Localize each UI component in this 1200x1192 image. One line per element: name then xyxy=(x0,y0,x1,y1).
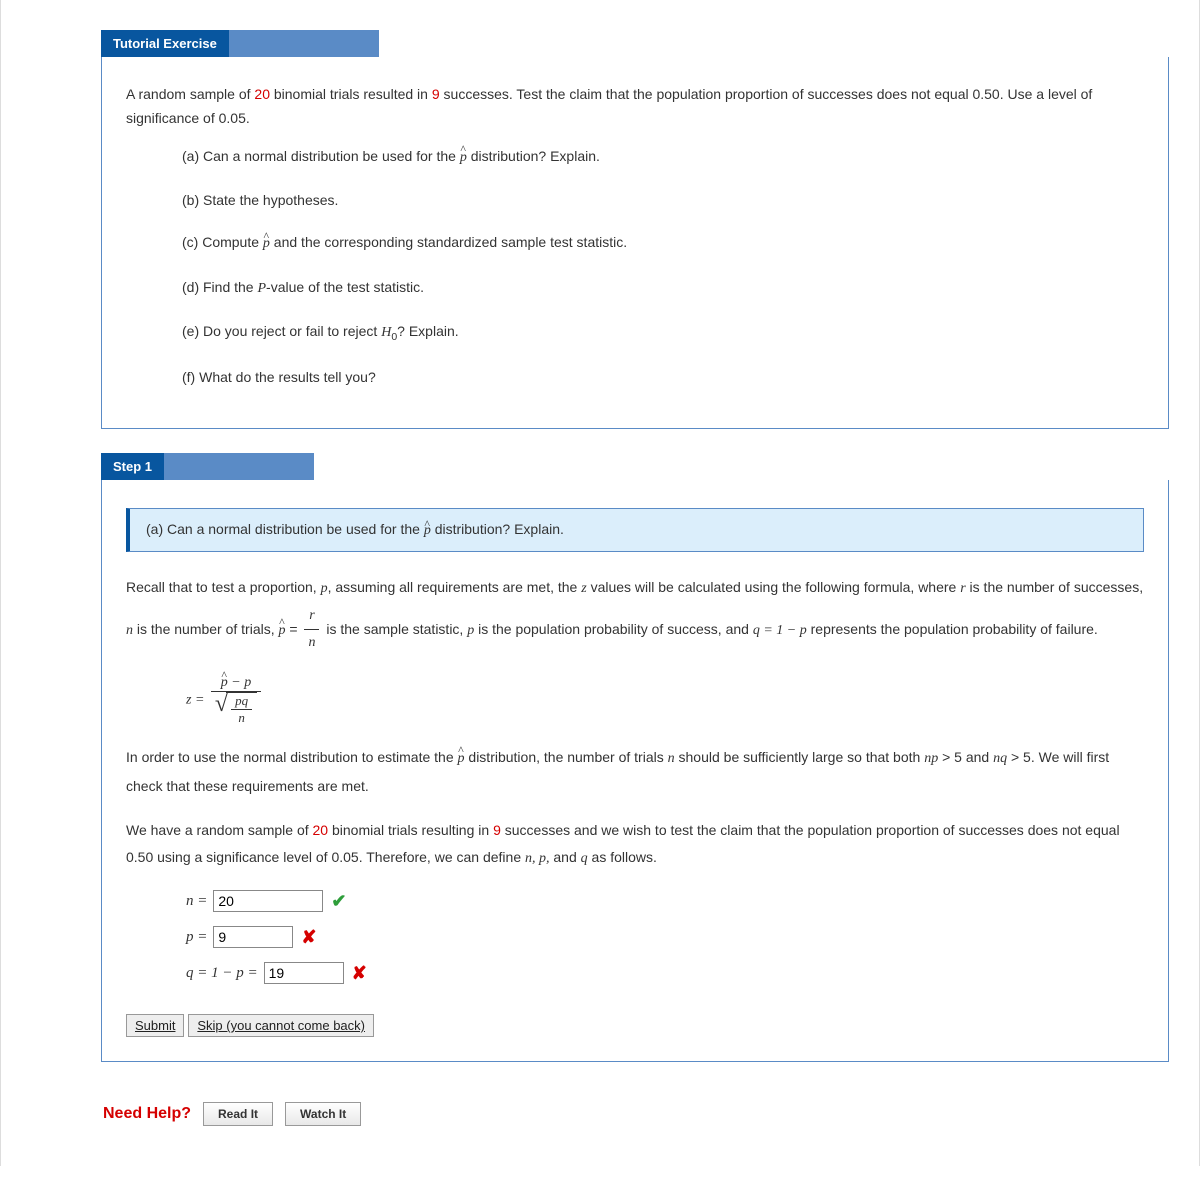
tutorial-body: A random sample of 20 binomial trials re… xyxy=(101,57,1169,429)
part-b: (b) State the hypotheses. xyxy=(182,189,1144,211)
input-row-p: p = ✘ xyxy=(186,926,1144,948)
label-q: q = 1 − p = xyxy=(186,965,258,982)
watch-it-button[interactable]: Watch It xyxy=(285,1102,361,1126)
tutorial-prompt: A random sample of 20 binomial trials re… xyxy=(126,83,1144,131)
step-buttons: Submit Skip (you cannot come back) xyxy=(126,1014,1144,1037)
step-para-1: Recall that to test a proportion, p, ass… xyxy=(126,574,1144,657)
part-e: (e) Do you reject or fail to reject H0? … xyxy=(182,320,1144,346)
input-q[interactable] xyxy=(264,962,344,984)
label-n: n = xyxy=(186,893,207,910)
step-para-2: In order to use the normal distribution … xyxy=(126,744,1144,799)
part-f: (f) What do the results tell you? xyxy=(182,366,1144,388)
step-chip: Step 1 xyxy=(101,453,164,480)
phat-symbol: p xyxy=(424,523,431,539)
input-n[interactable] xyxy=(213,890,323,912)
phat-symbol: p xyxy=(460,147,467,169)
read-it-button[interactable]: Read It xyxy=(203,1102,273,1126)
help-label: Need Help? xyxy=(103,1105,191,1123)
help-row: Need Help? Read It Watch It xyxy=(103,1102,1199,1126)
cross-icon: ✘ xyxy=(301,927,316,948)
value-successes: 9 xyxy=(493,822,501,838)
step-para-3: We have a random sample of 20 binomial t… xyxy=(126,817,1144,872)
step-body: (a) Can a normal distribution be used fo… xyxy=(101,480,1169,1062)
submit-button[interactable]: Submit xyxy=(126,1014,184,1037)
phat-symbol: p xyxy=(263,233,270,255)
input-row-q: q = 1 − p = ✘ xyxy=(186,962,1144,984)
label-p: p = xyxy=(186,929,207,946)
value-successes: 9 xyxy=(432,86,440,102)
cross-icon: ✘ xyxy=(352,963,367,984)
value-trials: 20 xyxy=(254,86,270,102)
input-group: n = ✔ p = ✘ q = 1 − p = ✘ xyxy=(186,890,1144,984)
tutorial-parts: (a) Can a normal distribution be used fo… xyxy=(182,145,1144,389)
phat-symbol: p xyxy=(279,618,286,645)
tutorial-chip-tail xyxy=(229,30,379,57)
input-p[interactable] xyxy=(213,926,293,948)
part-a: (a) Can a normal distribution be used fo… xyxy=(182,145,1144,169)
skip-button[interactable]: Skip (you cannot come back) xyxy=(188,1014,374,1037)
value-trials: 20 xyxy=(313,822,329,838)
phat-symbol: p xyxy=(458,746,465,773)
input-row-n: n = ✔ xyxy=(186,890,1144,912)
tutorial-header: Tutorial Exercise xyxy=(101,30,1169,57)
step-callout: (a) Can a normal distribution be used fo… xyxy=(126,508,1144,552)
step-header: Step 1 xyxy=(101,453,1169,480)
part-c: (c) Compute p and the corresponding stan… xyxy=(182,231,1144,255)
step-chip-tail xyxy=(164,453,314,480)
check-icon: ✔ xyxy=(331,891,346,912)
tutorial-chip: Tutorial Exercise xyxy=(101,30,229,57)
z-formula: z = p − p √ pq n xyxy=(186,675,1144,726)
part-d: (d) Find the P-value of the test statist… xyxy=(182,276,1144,300)
